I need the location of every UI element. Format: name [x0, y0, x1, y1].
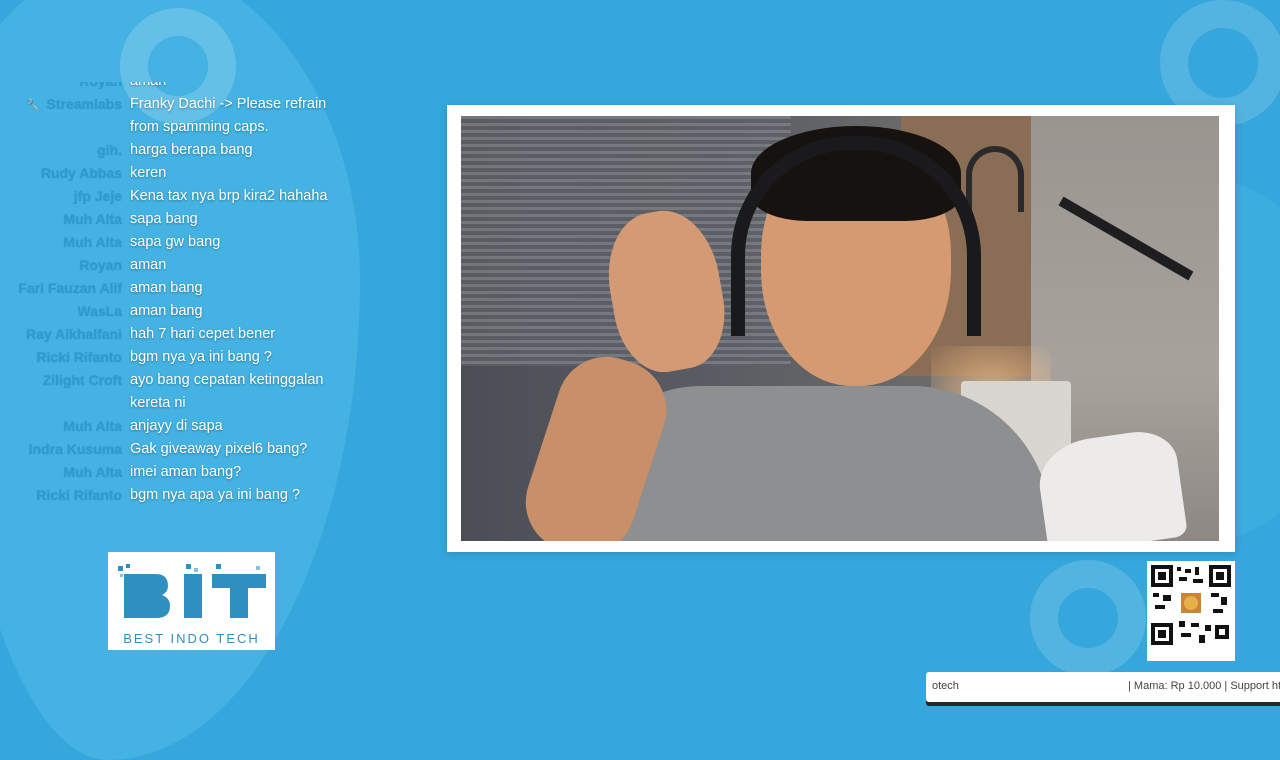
chat-username-text: jfp Jeje	[73, 188, 122, 204]
chat-username: Ricki Rifanto	[0, 346, 130, 369]
chat-row: Indra Kusuma Gak giveaway pixel6 bang?	[0, 438, 340, 461]
chat-username-text: gih.	[97, 142, 122, 158]
chat-username-text: Ricki Rifanto	[36, 349, 122, 365]
chat-row: Ricki Rifanto bgm nya ya ini bang ?	[0, 346, 340, 369]
chat-username-text: Royan	[79, 257, 122, 273]
chat-message: aman bang	[130, 303, 203, 319]
chat-row: Ricki Rifanto bgm nya apa ya ini bang ?	[0, 484, 340, 507]
chat-username-text: Muh Alta	[63, 211, 122, 227]
chat-username: Zilight Croft	[0, 369, 130, 392]
chat-username-text: Zilight Croft	[42, 372, 122, 388]
chat-message: aman	[130, 257, 167, 273]
chat-message: anjayy di sapa	[130, 418, 223, 434]
chat-row: Ray Alkhalfani hah 7 hari cepet bener	[0, 323, 340, 346]
chat-username: Muh Alta	[0, 231, 130, 254]
chat-username-text: Muh Alta	[63, 464, 122, 480]
chat-username: WasLa	[0, 300, 130, 323]
ticker-right-text: | Mama: Rp 10.000 | Support http	[1128, 680, 1280, 692]
chat-row: Muh Alta sapa gw bang	[0, 231, 340, 254]
chat-username: Rudy Abbas	[0, 162, 130, 185]
chat-username-text: WasLa	[77, 303, 122, 319]
channel-logo: BEST INDO TECH	[108, 552, 275, 650]
chat-row: Fari Fauzan Alif aman bang	[0, 277, 340, 300]
chat-username-text: Streamlabs	[46, 96, 122, 112]
chat-username: Ricki Rifanto	[0, 484, 130, 507]
chat-username: Ray Alkhalfani	[0, 323, 130, 346]
chat-message: ayo bang cepatan ketinggalan kereta ni	[130, 372, 324, 411]
qr-code	[1147, 561, 1235, 661]
qr-code-pattern	[1151, 565, 1231, 645]
chat-message: bgm nya apa ya ini bang ?	[130, 487, 301, 503]
webcam-video	[461, 116, 1219, 541]
wrench-icon: 🔧	[25, 98, 41, 112]
chat-list: 🔧 Streamlabs Franky Dachi -> Please refrai…	[0, 93, 340, 507]
logo-wordmark: BEST INDO TECH	[123, 631, 260, 646]
chat-username-text: Fari Fauzan Alif	[18, 280, 122, 296]
chat-username: Muh Alta	[0, 415, 130, 438]
chat-username: Indra Kusuma	[0, 438, 130, 461]
chat-username: jfp Jeje	[0, 185, 130, 208]
chat-message: aman bang	[130, 280, 203, 296]
chat-message: sapa bang	[130, 211, 198, 227]
chat-row: gih. harga berapa bang	[0, 139, 340, 162]
chat-row: 🔧 Streamlabs Franky Dachi -> Please refrai…	[0, 93, 340, 139]
webcam-frame	[447, 105, 1235, 552]
chat-username-text: Rudy Abbas	[40, 165, 122, 181]
chat-username: Royan	[0, 82, 130, 93]
chat-row: WasLa aman bang	[0, 300, 340, 323]
chat-username-text: Indra Kusuma	[28, 441, 122, 457]
chat-message: aman	[130, 82, 330, 93]
chat-username: gih.	[0, 139, 130, 162]
chat-row: Royan aman	[0, 254, 340, 277]
chat-overlay: Royan aman 🔧 Streamlabs Franky Dachi -> Pl…	[0, 82, 340, 548]
chat-username-text: Ricki Rifanto	[36, 487, 122, 503]
ticker-left-text: otech	[932, 680, 959, 692]
chat-username-text: Muh Alta	[63, 234, 122, 250]
chat-row: Muh Alta sapa bang	[0, 208, 340, 231]
logo-letters-graphic	[118, 564, 266, 618]
chat-message: imei aman bang?	[130, 464, 242, 480]
chat-username: Fari Fauzan Alif	[0, 277, 130, 300]
chat-row: Royan aman	[0, 82, 340, 93]
chat-message: Kena tax nya brp kira2 hahaha	[130, 188, 328, 204]
chat-message: Gak giveaway pixel6 bang?	[130, 441, 308, 457]
chat-username: 🔧 Streamlabs	[0, 93, 130, 117]
chat-message: sapa gw bang	[130, 234, 221, 250]
donation-ticker: otech | Mama: Rp 10.000 | Support http	[926, 672, 1280, 702]
chat-username-text: Ray Alkhalfani	[26, 326, 122, 342]
chat-row: Zilight Croft ayo bang cepatan ketinggala…	[0, 369, 340, 415]
hanging-headphones	[966, 146, 1024, 212]
chat-username: Muh Alta	[0, 208, 130, 231]
chat-row: jfp Jeje Kena tax nya brp kira2 hahaha	[0, 185, 340, 208]
chat-message: keren	[130, 165, 167, 181]
chat-username: Muh Alta	[0, 461, 130, 484]
chat-username: Royan	[0, 254, 130, 277]
chat-message: Franky Dachi -> Please refrain from spam…	[130, 96, 327, 135]
chat-message: harga berapa bang	[130, 142, 253, 158]
background-ring	[1030, 560, 1146, 676]
chat-message: bgm nya ya ini bang ?	[130, 349, 272, 365]
chat-row: Muh Alta anjayy di sapa	[0, 415, 340, 438]
chat-row: Rudy Abbas keren	[0, 162, 340, 185]
chat-message: hah 7 hari cepet bener	[130, 326, 276, 342]
chat-username-text: Muh Alta	[63, 418, 122, 434]
chat-row: Muh Alta imei aman bang?	[0, 461, 340, 484]
